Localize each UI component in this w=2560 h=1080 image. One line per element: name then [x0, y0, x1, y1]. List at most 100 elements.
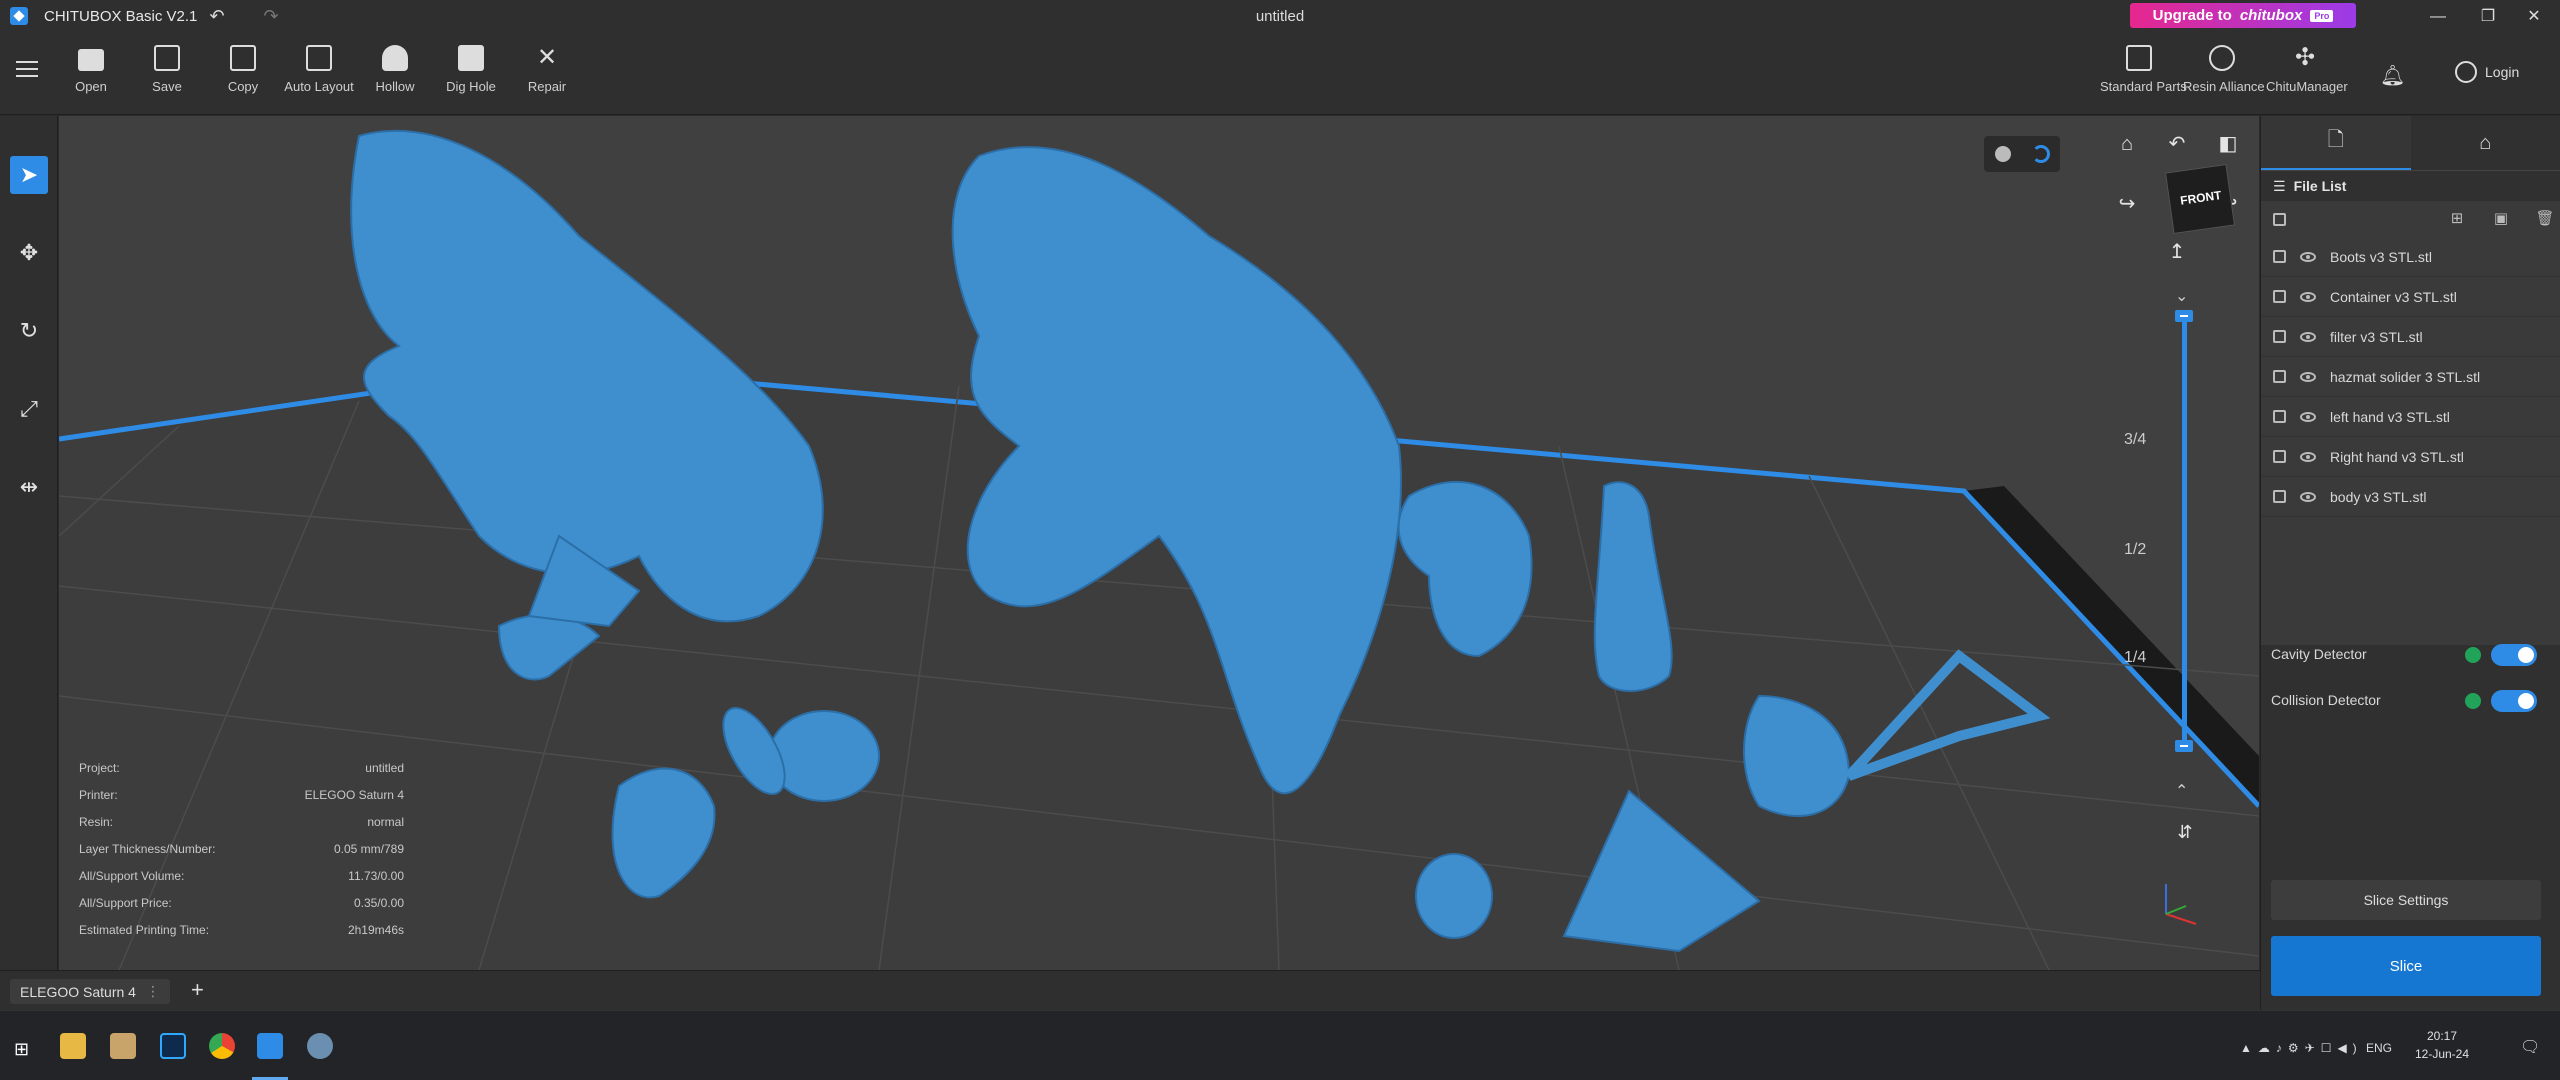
- hollow-button[interactable]: Hollow: [357, 45, 433, 94]
- login-button[interactable]: Login: [2455, 61, 2519, 83]
- photoshop-icon[interactable]: [160, 1033, 186, 1059]
- list-item[interactable]: Container v3 STL.stl: [2261, 277, 2560, 317]
- xray-mode-icon[interactable]: [2031, 145, 2050, 163]
- eye-icon[interactable]: [2300, 451, 2316, 462]
- collision-detector-toggle[interactable]: [2491, 690, 2537, 712]
- mirror-tool-icon[interactable]: ⇹: [10, 468, 48, 506]
- notifications-icon[interactable]: 🗨︎: [2520, 1037, 2540, 1057]
- windows-taskbar: ⊞ ▲☁♪⚙✈☐◀) ENG 20:17 12-Jun-24 🗨︎: [0, 1010, 2560, 1080]
- scale-tool-icon[interactable]: ⤢: [10, 390, 48, 428]
- undo-icon[interactable]: ↶: [205, 4, 229, 28]
- tab-file-list[interactable]: 🗋︎: [2261, 116, 2411, 170]
- layer-slider-bottom-handle[interactable]: [2175, 740, 2193, 752]
- render-mode-toggle[interactable]: [1984, 136, 2060, 172]
- cavity-detector-toggle[interactable]: [2491, 644, 2537, 666]
- windows-start-icon[interactable]: ⊞: [14, 1039, 29, 1060]
- redo-icon[interactable]: ↷: [259, 4, 283, 28]
- chitumanager-button[interactable]: ✣ ChituManager: [2266, 45, 2348, 95]
- slice-button[interactable]: Slice: [2271, 936, 2541, 996]
- upgrade-button[interactable]: Upgrade to chitubox Pro: [2130, 3, 2356, 28]
- eye-icon[interactable]: [2300, 331, 2316, 342]
- resin-alliance-button[interactable]: Resin Alliance: [2183, 45, 2265, 94]
- notification-bell-icon[interactable]: 🔔︎: [2380, 63, 2405, 88]
- language-indicator[interactable]: ENG: [2366, 1041, 2392, 1055]
- file-name: Boots v3 STL.stl: [2330, 248, 2432, 265]
- restore-icon[interactable]: ❐: [2465, 0, 2511, 33]
- file-checkbox[interactable]: [2273, 450, 2286, 463]
- 3d-viewport[interactable]: ⌂ ↶ ◧ ↪ ↩ ↥ FRONT ⌄ 3/4 1/2 1/4 ⌃ ⇵ Proj…: [59, 116, 2259, 970]
- file-explorer-icon[interactable]: [60, 1033, 86, 1059]
- add-file-icon[interactable]: ⊞: [2447, 209, 2467, 229]
- dig-hole-button[interactable]: Dig Hole: [433, 45, 509, 94]
- list-item[interactable]: Right hand v3 STL.stl: [2261, 437, 2560, 477]
- slice-settings-button[interactable]: Slice Settings: [2271, 880, 2541, 920]
- close-icon[interactable]: ✕: [2511, 0, 2557, 33]
- select-all-checkbox[interactable]: [2273, 213, 2286, 226]
- container-jar[interactable]: [768, 710, 880, 802]
- save-label: Save: [152, 79, 182, 94]
- eye-icon[interactable]: [2300, 411, 2316, 422]
- file-checkbox[interactable]: [2273, 370, 2286, 383]
- file-checkbox[interactable]: [2273, 290, 2286, 303]
- open-button[interactable]: Open: [53, 45, 129, 94]
- layer-range-icon[interactable]: ⇵: [2171, 818, 2199, 846]
- list-item[interactable]: filter v3 STL.stl: [2261, 317, 2560, 357]
- status-ok-icon: [2465, 647, 2481, 663]
- eye-icon[interactable]: [2300, 291, 2316, 302]
- clock[interactable]: 20:17 12-Jun-24: [2412, 1027, 2472, 1063]
- file-checkbox[interactable]: [2273, 250, 2286, 263]
- view-cube[interactable]: FRONT: [2164, 163, 2236, 235]
- info-value: 0.05 mm/789: [333, 842, 404, 856]
- delete-icon[interactable]: 🗑︎: [2535, 209, 2555, 229]
- hollow-icon: [382, 45, 408, 71]
- layer-slider-top-handle[interactable]: [2175, 310, 2193, 322]
- rotate-view-left-icon[interactable]: ↶: [2163, 130, 2191, 158]
- info-value: normal: [367, 815, 404, 829]
- collision-detector-row: Collision Detector: [2261, 680, 2560, 720]
- chrome-icon[interactable]: [209, 1033, 235, 1059]
- eye-icon[interactable]: [2300, 371, 2316, 382]
- auto-layout-button[interactable]: Auto Layout: [281, 45, 357, 94]
- perspective-toggle-icon[interactable]: ◧: [2214, 130, 2242, 158]
- file-list-toolbar: ⊞ ▣ 🗑︎: [2261, 201, 2560, 237]
- select-tool-icon[interactable]: ➤: [10, 156, 48, 194]
- media-app-icon[interactable]: [110, 1033, 136, 1059]
- more-options-icon[interactable]: ⋮: [146, 983, 160, 1000]
- list-item[interactable]: body v3 STL.stl: [2261, 477, 2560, 517]
- info-label: Resin:: [79, 815, 114, 829]
- group-icon[interactable]: ▣: [2491, 209, 2511, 229]
- app-icon[interactable]: [307, 1033, 333, 1059]
- solid-mode-icon[interactable]: [1994, 146, 2011, 162]
- layer-slider-track[interactable]: [2182, 316, 2187, 746]
- fraction-quarter: 1/4: [2124, 649, 2147, 666]
- printer-tab[interactable]: ELEGOO Saturn 4 ⋮: [10, 979, 170, 1004]
- eye-icon[interactable]: [2300, 491, 2316, 502]
- add-printer-tab-button[interactable]: +: [191, 977, 204, 1003]
- file-checkbox[interactable]: [2273, 490, 2286, 503]
- rotate-view-down-icon[interactable]: ↪: [2113, 190, 2141, 218]
- minimize-icon[interactable]: —: [2415, 0, 2461, 33]
- home-view-icon[interactable]: ⌂: [2113, 130, 2141, 158]
- file-checkbox[interactable]: [2273, 330, 2286, 343]
- file-name: body v3 STL.stl: [2330, 488, 2427, 505]
- standard-parts-button[interactable]: Standard Parts: [2100, 45, 2187, 94]
- chevron-up-icon[interactable]: ⌃: [2175, 781, 2188, 801]
- chitubox-taskbar-icon[interactable]: [257, 1033, 283, 1059]
- list-item[interactable]: Boots v3 STL.stl: [2261, 237, 2560, 277]
- filter-cap[interactable]: [1415, 853, 1493, 939]
- rotate-tool-icon[interactable]: ↻: [10, 312, 48, 350]
- list-item[interactable]: hazmat solider 3 STL.stl: [2261, 357, 2560, 397]
- move-tool-icon[interactable]: ✥: [10, 234, 48, 272]
- info-value: untitled: [365, 761, 404, 775]
- system-tray-icons[interactable]: ▲☁♪⚙✈☐◀): [2240, 1041, 2363, 1055]
- file-checkbox[interactable]: [2273, 410, 2286, 423]
- repair-button[interactable]: ✕ Repair: [509, 45, 585, 95]
- hamburger-menu-icon[interactable]: [16, 61, 38, 79]
- copy-button[interactable]: Copy: [205, 45, 281, 94]
- tab-printer[interactable]: ⌂: [2411, 116, 2560, 170]
- rotate-view-up-icon[interactable]: ↥: [2163, 238, 2191, 266]
- eye-icon[interactable]: [2300, 251, 2316, 262]
- list-item[interactable]: left hand v3 STL.stl: [2261, 397, 2560, 437]
- file-list-empty-area: [2261, 517, 2560, 645]
- save-button[interactable]: Save: [129, 45, 205, 94]
